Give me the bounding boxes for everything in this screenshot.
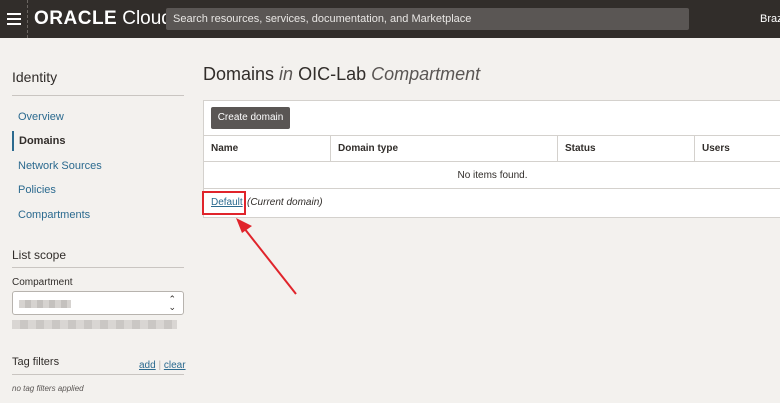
page-title: Domains in OIC-Lab Compartment — [203, 64, 480, 85]
list-scope-divider — [12, 267, 184, 268]
sidebar-item-domains[interactable]: Domains — [12, 131, 184, 151]
oracle-cloud-logo[interactable]: ORACLE Cloud — [34, 8, 172, 29]
create-domain-button[interactable]: Create domain — [211, 107, 290, 129]
list-scope-title: List scope — [12, 248, 67, 262]
sidebar-item-compartments[interactable]: Compartments — [12, 205, 184, 225]
sidebar: Identity Overview Domains Network Source… — [0, 38, 190, 403]
table-header: Name Domain type Status Users — [204, 135, 780, 162]
redacted-compartment-path — [12, 320, 177, 329]
tag-filters-title: Tag filters — [12, 356, 60, 368]
column-header-users[interactable]: Users — [694, 136, 780, 161]
top-navigation-bar: ORACLE Cloud Search resources, services,… — [0, 0, 780, 38]
current-domain-label: (Current domain) — [247, 197, 323, 208]
page-title-domains: Domains — [203, 64, 275, 84]
page-title-compartment: Compartment — [371, 64, 481, 84]
column-header-status[interactable]: Status — [557, 136, 694, 161]
page-title-in: in — [279, 64, 294, 84]
hamburger-menu-icon[interactable] — [0, 0, 28, 38]
search-input[interactable]: Search resources, services, documentatio… — [166, 8, 689, 30]
column-header-name[interactable]: Name — [204, 136, 330, 161]
sidebar-title: Identity — [12, 69, 58, 85]
sidebar-item-overview[interactable]: Overview — [12, 107, 184, 127]
empty-table-message: No items found. — [204, 162, 780, 189]
add-tag-filter-link[interactable]: add — [139, 360, 156, 371]
logo-brand: ORACLE — [34, 8, 118, 29]
compartment-select[interactable]: ⌃ ⌄ — [12, 291, 184, 315]
logo-product: Cloud — [122, 8, 172, 29]
sidebar-divider — [12, 95, 184, 96]
tag-filters-note: no tag filters applied — [12, 384, 84, 393]
compartment-label: Compartment — [12, 277, 73, 288]
clear-tag-filter-link[interactable]: clear — [164, 360, 186, 371]
redacted-compartment-value — [19, 300, 71, 308]
sidebar-item-network-sources[interactable]: Network Sources — [12, 156, 184, 176]
page-title-compartment-name: OIC-Lab — [298, 64, 367, 84]
tag-filters-divider — [12, 374, 184, 375]
tag-filter-separator: | — [158, 360, 162, 371]
sidebar-item-policies[interactable]: Policies — [12, 180, 184, 200]
highlight-box — [202, 191, 246, 215]
column-header-domain-type[interactable]: Domain type — [330, 136, 557, 161]
select-chevron-icon: ⌃ ⌄ — [168, 294, 176, 312]
domains-panel: Create domain Name Domain type Status Us… — [203, 100, 780, 218]
tag-filter-actions: add | clear — [139, 360, 186, 371]
region-selector[interactable]: Brazil — [760, 13, 780, 25]
